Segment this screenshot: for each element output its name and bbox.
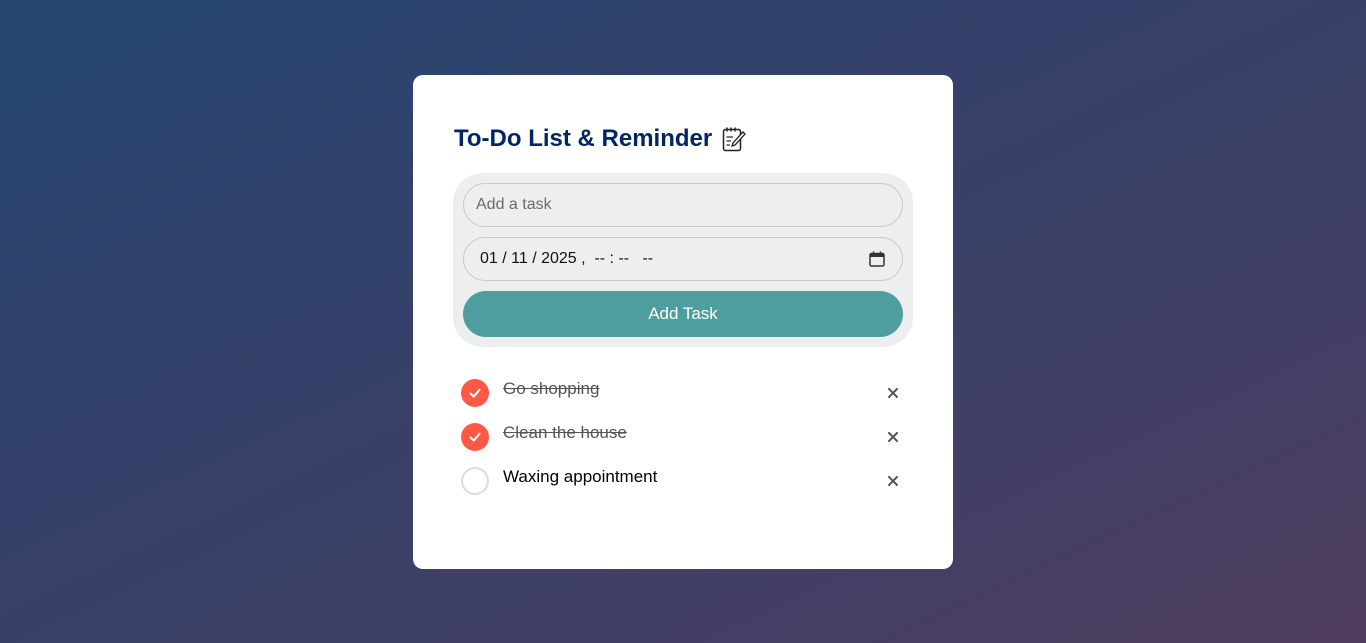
checkmark-icon <box>469 388 481 398</box>
delete-task-button[interactable] <box>881 425 905 449</box>
title-row: To-Do List & Reminder <box>454 125 747 153</box>
todo-card: To-Do List & Reminder Add a task 01 / 11… <box>413 75 953 569</box>
close-icon <box>888 432 898 442</box>
task-label[interactable]: Go shopping <box>503 379 599 399</box>
task-item[interactable]: Clean the house <box>453 417 913 461</box>
task-input[interactable]: Add a task <box>463 183 903 227</box>
delete-task-button[interactable] <box>881 381 905 405</box>
task-item[interactable]: Go shopping <box>453 373 913 417</box>
delete-task-button[interactable] <box>881 469 905 493</box>
datetime-value: 01 / 11 / 2025 , -- : -- -- <box>480 250 654 267</box>
checkmark-icon <box>469 432 481 442</box>
task-checkbox-unchecked[interactable] <box>461 467 489 495</box>
task-label[interactable]: Waxing appointment <box>503 467 657 487</box>
task-checkbox-checked[interactable] <box>461 423 489 451</box>
datetime-input[interactable]: 01 / 11 / 2025 , -- : -- -- <box>463 237 903 281</box>
task-input-placeholder: Add a task <box>476 196 552 213</box>
task-input-panel: Add a task 01 / 11 / 2025 , -- : -- -- A… <box>453 173 913 347</box>
calendar-icon[interactable] <box>868 250 886 268</box>
task-list: Go shopping Clean the house Waxing appoi… <box>453 373 913 505</box>
task-checkbox-checked[interactable] <box>461 379 489 407</box>
page-title: To-Do List & Reminder <box>454 125 713 152</box>
add-task-button[interactable]: Add Task <box>463 291 903 337</box>
task-item[interactable]: Waxing appointment <box>453 461 913 505</box>
close-icon <box>888 388 898 398</box>
task-label[interactable]: Clean the house <box>503 423 627 443</box>
close-icon <box>888 476 898 486</box>
memo-pencil-icon <box>722 126 747 152</box>
